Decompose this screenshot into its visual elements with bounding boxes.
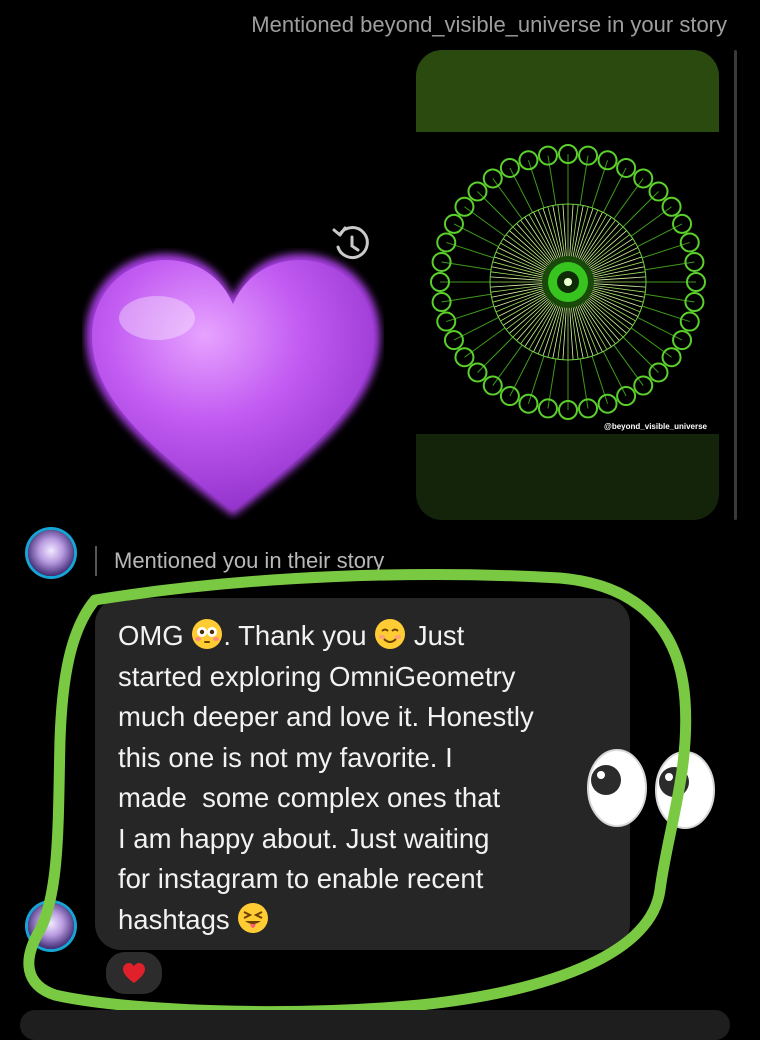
message-text: OMG . Thank you Just started exploring O… [118, 616, 618, 940]
reply-divider [95, 546, 97, 576]
message-text-part: . Thank you [223, 620, 375, 651]
message-text-part: Just started exploring OmniGeometry much… [118, 620, 534, 935]
avatar[interactable] [28, 903, 74, 949]
squinting-tongue-face-icon [238, 902, 269, 933]
message-text-part: OMG [118, 620, 192, 651]
red-heart-icon [123, 963, 145, 983]
story-watermark: @beyond_visible_universe [604, 422, 707, 431]
reaction-badge[interactable] [104, 950, 164, 996]
story-preview-card[interactable]: @beyond_visible_universe [416, 50, 719, 520]
message-input-bar[interactable] [20, 1010, 730, 1040]
scrollbar[interactable] [734, 50, 737, 520]
story-band-bottom [416, 434, 719, 520]
message-bubble[interactable]: OMG . Thank you Just started exploring O… [95, 598, 630, 950]
avatar[interactable] [28, 530, 74, 576]
smiling-face-icon [375, 619, 406, 649]
story-mention-label: Mentioned beyond_visible_universe in you… [251, 12, 727, 37]
geometric-art-image [430, 144, 706, 420]
eyes-icon [587, 749, 715, 829]
flushed-face-icon [192, 619, 223, 649]
mention-label: Mentioned you in their story [114, 548, 385, 573]
story-band-top [416, 50, 719, 132]
purple-heart-sticker[interactable] [82, 248, 384, 520]
